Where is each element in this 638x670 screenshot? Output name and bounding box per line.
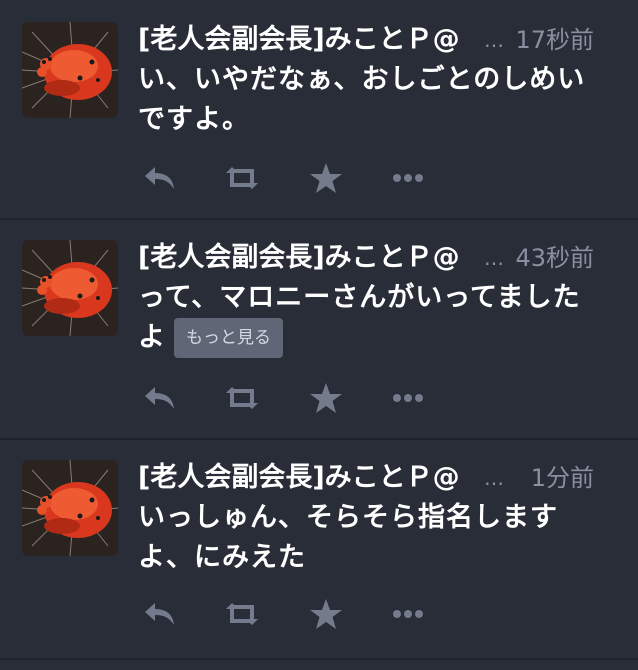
avatar[interactable] xyxy=(22,22,118,118)
timeline: [老人会副会長]みことＰ@ … 17秒前 い、いやだなぁ、おしごとのしめいですよ… xyxy=(0,0,638,670)
reply-button[interactable] xyxy=(140,378,180,418)
reply-icon xyxy=(145,167,174,189)
avatar-image xyxy=(22,240,118,336)
star-icon xyxy=(310,599,342,629)
retweet-button[interactable] xyxy=(222,378,262,418)
tweet-header: [老人会副会長]みことＰ@ … 17秒前 xyxy=(138,20,598,60)
name-ellipsis: … xyxy=(484,466,504,490)
more-dots-icon xyxy=(393,394,423,402)
retweet-icon xyxy=(226,387,258,409)
tweet-item[interactable]: [老人会副会長]みことＰ@ … 1分前 いっしゅん、そらそら指名しますよ、にみえ… xyxy=(0,440,638,658)
star-icon xyxy=(310,383,342,413)
tweet-header: [老人会副会長]みことＰ@ … 43秒前 xyxy=(138,238,598,278)
timestamp[interactable]: 1分前 xyxy=(531,458,594,498)
divider xyxy=(0,658,638,660)
name-ellipsis: … xyxy=(484,28,504,52)
tweet-header: [老人会副会長]みことＰ@ … 1分前 xyxy=(138,458,598,498)
more-button[interactable] xyxy=(388,378,428,418)
favorite-button[interactable] xyxy=(306,158,346,198)
tweet-text: い、いやだなぁ、おしごとのしめいですよ。 xyxy=(138,60,608,140)
tweet-item[interactable]: [老人会副会長]みことＰ@ … 17秒前 い、いやだなぁ、おしごとのしめいですよ… xyxy=(0,0,638,218)
avatar[interactable] xyxy=(22,240,118,336)
name-ellipsis: … xyxy=(484,246,504,270)
reply-icon xyxy=(145,603,174,625)
avatar-image xyxy=(22,460,118,556)
tweet-actions xyxy=(140,158,440,198)
more-button[interactable] xyxy=(388,158,428,198)
display-name[interactable]: [老人会副会長]みことＰ@ xyxy=(138,20,460,60)
tweet-text-content: いっしゅん、そらそら指名しますよ、にみえた xyxy=(138,502,558,573)
more-button[interactable] xyxy=(388,594,428,634)
favorite-button[interactable] xyxy=(306,378,346,418)
timestamp[interactable]: 43秒前 xyxy=(515,238,594,278)
retweet-button[interactable] xyxy=(222,158,262,198)
show-more-button[interactable]: もっと見る xyxy=(174,318,283,358)
avatar-image xyxy=(22,22,118,118)
avatar[interactable] xyxy=(22,460,118,556)
retweet-button[interactable] xyxy=(222,594,262,634)
tweet-text-content: い、いやだなぁ、おしごとのしめいですよ。 xyxy=(138,64,586,135)
retweet-icon xyxy=(226,167,258,189)
favorite-button[interactable] xyxy=(306,594,346,634)
retweet-icon xyxy=(226,603,258,625)
more-dots-icon xyxy=(393,610,423,618)
tweet-actions xyxy=(140,378,440,418)
tweet-actions xyxy=(140,594,440,634)
tweet-text: って、マロニーさんがいってましたよ もっと見る xyxy=(138,278,608,358)
tweet-item[interactable]: [老人会副会長]みことＰ@ … 43秒前 って、マロニーさんがいってましたよ もっ… xyxy=(0,220,638,438)
timestamp[interactable]: 17秒前 xyxy=(515,20,594,60)
reply-icon xyxy=(145,387,174,409)
reply-button[interactable] xyxy=(140,594,180,634)
reply-button[interactable] xyxy=(140,158,180,198)
display-name[interactable]: [老人会副会長]みことＰ@ xyxy=(138,238,460,278)
display-name[interactable]: [老人会副会長]みことＰ@ xyxy=(138,458,460,498)
tweet-text: いっしゅん、そらそら指名しますよ、にみえた xyxy=(138,498,608,578)
star-icon xyxy=(310,163,342,193)
more-dots-icon xyxy=(393,174,423,182)
